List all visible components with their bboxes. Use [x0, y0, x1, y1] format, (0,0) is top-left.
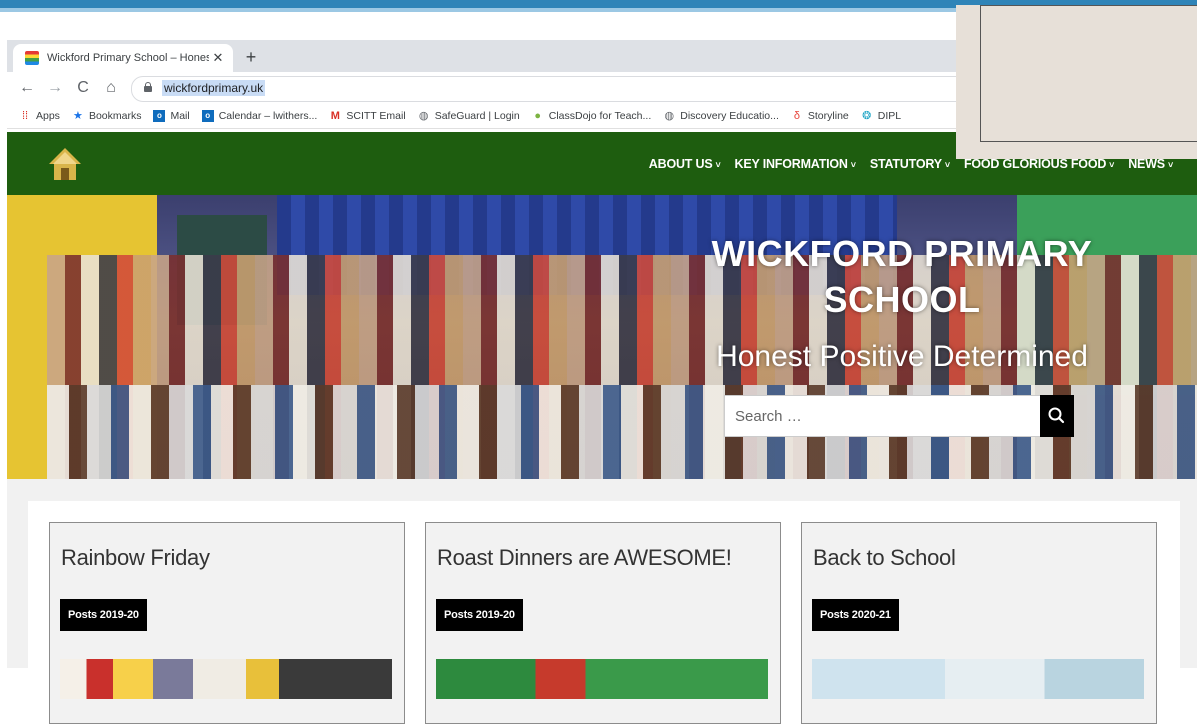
star-icon: ★ [73, 110, 83, 122]
browser-tab[interactable]: Wickford Primary School – Honest ✕ [13, 44, 233, 72]
classdojo-icon: ● [534, 110, 542, 122]
outlook-icon: o [201, 110, 214, 122]
storyline-icon: δ [793, 110, 800, 122]
back-arrow-icon[interactable]: ← [17, 78, 37, 98]
apps-grid-icon: ⁞⁞ [21, 110, 29, 122]
bookmark-storyline[interactable]: δ Storyline [791, 110, 849, 122]
post-thumbnail[interactable] [436, 659, 768, 699]
bookmark-apps[interactable]: ⁞⁞ Apps [19, 110, 60, 122]
dipl-icon: ❂ [862, 110, 872, 122]
bookmark-bookmarks[interactable]: ★ Bookmarks [72, 110, 142, 122]
url-text[interactable]: wickfordprimary.uk [162, 80, 266, 96]
overlay-frame [980, 5, 1197, 142]
bookmark-label: DIPL [877, 110, 902, 122]
outlook-icon: o [153, 110, 166, 122]
bookmark-label: Bookmarks [88, 110, 142, 122]
search-button[interactable] [1040, 395, 1074, 437]
category-badge[interactable]: Posts 2019-20 [60, 599, 147, 631]
post-title[interactable]: Back to School [813, 545, 956, 571]
search-box [724, 395, 1042, 437]
bookmark-label: SCITT Email [346, 110, 406, 122]
search-icon [1048, 407, 1065, 424]
bookmark-label: SafeGuard | Login [434, 110, 520, 122]
bookmark-label: Apps [36, 110, 60, 122]
bookmark-mail[interactable]: o Mail [153, 110, 190, 122]
home-logo-icon[interactable] [47, 146, 83, 182]
rainbow-favicon-icon [25, 51, 39, 65]
reload-icon[interactable]: C [73, 78, 93, 98]
chevron-down-icon: ˅ [944, 159, 950, 170]
home-icon[interactable]: ⌂ [101, 78, 121, 98]
gmail-icon: M [330, 110, 340, 122]
post-title[interactable]: Roast Dinners are AWESOME! [437, 545, 732, 571]
post-thumbnail[interactable] [60, 659, 392, 699]
bookmark-label: ClassDojo for Teach... [548, 110, 652, 122]
lock-icon [144, 82, 152, 92]
bookmark-label: Calendar – lwithers... [218, 110, 318, 122]
post-card[interactable]: Rainbow Friday Posts 2019-20 [49, 522, 405, 724]
overlay-panel [956, 5, 1197, 159]
chevron-down-icon: ˅ [850, 159, 856, 170]
post-thumbnail[interactable] [812, 659, 1144, 699]
post-card[interactable]: Back to School Posts 2020-21 [801, 522, 1157, 724]
category-badge[interactable]: Posts 2020-21 [812, 599, 899, 631]
bookmark-discovery[interactable]: ◍ Discovery Educatio... [663, 110, 779, 122]
chevron-down-icon: ˅ [1167, 159, 1173, 170]
bookmark-safeguard[interactable]: ◍ SafeGuard | Login [418, 110, 520, 122]
tab-title: Wickford Primary School – Honest [47, 52, 209, 64]
bookmark-label: Storyline [807, 110, 849, 122]
globe-icon: ◍ [418, 110, 429, 122]
globe-icon: ◍ [664, 110, 675, 122]
site-tagline: Honest Positive Determined [716, 340, 1088, 373]
menu-statutory[interactable]: STATUTORY ˅ [870, 157, 950, 171]
bookmark-calendar[interactable]: o Calendar – lwithers... [201, 110, 318, 122]
chevron-down-icon: ˅ [715, 159, 721, 170]
close-tab-icon[interactable]: ✕ [209, 50, 227, 66]
new-tab-button[interactable]: + [239, 46, 263, 70]
menu-about-us[interactable]: ABOUT US ˅ [649, 157, 721, 171]
bookmark-classdojo[interactable]: ● ClassDojo for Teach... [532, 110, 652, 122]
menu-key-information[interactable]: KEY INFORMATION ˅ [735, 157, 856, 171]
bookmark-label: Discovery Educatio... [680, 110, 779, 122]
posts-section: Rainbow Friday Posts 2019-20 Roast Dinne… [28, 501, 1180, 724]
hero-banner: WICKFORD PRIMARY SCHOOL Honest Positive … [7, 195, 1197, 479]
post-title[interactable]: Rainbow Friday [61, 545, 210, 571]
post-card[interactable]: Roast Dinners are AWESOME! Posts 2019-20 [425, 522, 781, 724]
bookmark-dipl[interactable]: ❂ DIPL [861, 110, 901, 122]
forward-arrow-icon[interactable]: → [45, 78, 65, 98]
site-title: WICKFORD PRIMARY SCHOOL [711, 233, 1093, 320]
chevron-down-icon: ˅ [1109, 159, 1115, 170]
bookmark-scitt-email[interactable]: M SCITT Email [329, 110, 406, 122]
bookmark-label: Mail [170, 110, 190, 122]
search-input[interactable] [725, 396, 1041, 436]
category-badge[interactable]: Posts 2019-20 [436, 599, 523, 631]
